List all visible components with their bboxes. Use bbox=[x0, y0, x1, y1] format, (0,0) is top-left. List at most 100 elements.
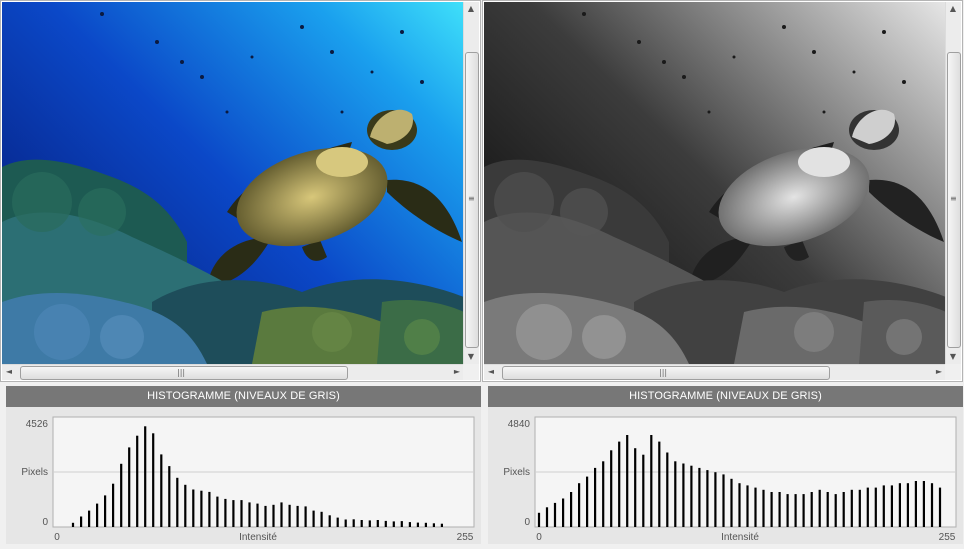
histogram-bar bbox=[376, 520, 379, 527]
histogram-bar bbox=[352, 519, 355, 527]
histogram-bar bbox=[120, 463, 123, 527]
histogram-bar bbox=[368, 520, 371, 527]
histogram-bar bbox=[690, 465, 693, 527]
histogram-bar bbox=[432, 523, 435, 527]
grayscale-image-viewer[interactable]: ▲ ≡ ▼ ◄ ||| ► bbox=[482, 0, 963, 382]
histogram-bar bbox=[754, 487, 757, 527]
x-max-tick-label: 255 bbox=[457, 532, 474, 543]
scroll-grip-icon: ||| bbox=[659, 368, 668, 377]
horizontal-scroll-thumb[interactable]: ||| bbox=[20, 366, 348, 380]
x-axis-label: Intensité bbox=[239, 532, 277, 543]
histogram-bar bbox=[714, 472, 717, 527]
histogram-chart: 4840 Pixels 0 0 Intensité 255 bbox=[503, 416, 957, 543]
histogram-bar bbox=[537, 512, 541, 527]
histogram-bar bbox=[392, 521, 395, 527]
histogram-bar bbox=[666, 452, 669, 527]
histogram-bar bbox=[168, 466, 171, 527]
scroll-left-button[interactable]: ◄ bbox=[2, 365, 16, 379]
histogram-bar bbox=[842, 492, 845, 527]
vertical-scroll-thumb[interactable]: ≡ bbox=[465, 52, 479, 348]
scrollbar-corner bbox=[945, 364, 961, 380]
histogram-bar bbox=[272, 504, 275, 527]
scroll-down-button[interactable]: ▼ bbox=[464, 350, 478, 364]
x-min-tick-label: 0 bbox=[536, 532, 542, 543]
vertical-scrollbar[interactable]: ▲ ≡ ▼ bbox=[945, 2, 961, 364]
histogram-bar bbox=[682, 463, 685, 527]
histogram-bar bbox=[160, 454, 163, 527]
scroll-up-button[interactable]: ▲ bbox=[946, 2, 960, 16]
histogram-bar bbox=[866, 487, 869, 527]
histogram-bar bbox=[882, 485, 885, 527]
histogram-bar bbox=[650, 435, 653, 527]
histogram-bar bbox=[256, 503, 259, 527]
histogram-bar bbox=[674, 461, 677, 527]
histogram-bar bbox=[770, 492, 773, 527]
histogram-bar bbox=[71, 522, 75, 527]
y-axis-label: Pixels bbox=[21, 467, 48, 478]
vertical-scrollbar[interactable]: ▲ ≡ ▼ bbox=[463, 2, 479, 364]
scroll-grip-icon: ||| bbox=[177, 368, 186, 377]
histogram-bar bbox=[898, 483, 901, 527]
y-min-tick-label: 0 bbox=[42, 517, 48, 528]
histogram-bar bbox=[602, 461, 605, 527]
scrollbar-corner bbox=[463, 364, 479, 380]
histogram-bar bbox=[570, 492, 573, 527]
histogram-bar bbox=[224, 498, 227, 527]
y-max-tick-label: 4526 bbox=[26, 419, 49, 430]
histogram-bar bbox=[336, 517, 339, 527]
histogram-bar bbox=[762, 489, 765, 527]
histogram-bar bbox=[914, 481, 917, 527]
histogram-bar bbox=[128, 447, 131, 527]
histogram-bar bbox=[642, 454, 645, 527]
histogram-bar bbox=[192, 489, 195, 527]
histogram-bar bbox=[706, 470, 709, 527]
histogram-bar bbox=[553, 502, 557, 527]
histogram-bar bbox=[424, 522, 427, 527]
histogram-bar bbox=[312, 510, 315, 527]
histogram-chart: 4526 Pixels 0 0 Intensité 255 bbox=[21, 416, 475, 543]
histogram-bar bbox=[80, 516, 83, 527]
histogram-bar bbox=[794, 494, 797, 527]
histogram-bar bbox=[626, 435, 629, 527]
histogram-bar bbox=[618, 441, 621, 527]
histogram-bar bbox=[408, 522, 411, 527]
histogram-bar bbox=[144, 426, 147, 527]
histogram-bar bbox=[232, 500, 235, 527]
histogram-bar bbox=[778, 492, 781, 527]
original-image-viewer[interactable]: ▲ ≡ ▼ ◄ ||| ► bbox=[0, 0, 481, 382]
histogram-bar bbox=[594, 467, 597, 527]
histogram-bar bbox=[826, 492, 829, 527]
scroll-up-button[interactable]: ▲ bbox=[464, 2, 478, 16]
histogram-bar bbox=[802, 494, 805, 527]
histogram-header: HISTOGRAMME (NIVEAUX DE GRIS) bbox=[488, 386, 963, 407]
scroll-right-button[interactable]: ► bbox=[450, 365, 464, 379]
histogram-bar bbox=[440, 523, 443, 527]
horizontal-scrollbar[interactable]: ◄ ||| ► bbox=[484, 364, 946, 380]
histogram-bar bbox=[922, 481, 925, 527]
histogram-bar bbox=[288, 504, 291, 527]
histogram-bar bbox=[930, 483, 934, 527]
vertical-scroll-thumb[interactable]: ≡ bbox=[947, 52, 961, 348]
histogram-bar bbox=[112, 483, 115, 527]
horizontal-scroll-thumb[interactable]: ||| bbox=[502, 366, 830, 380]
histogram-bar bbox=[545, 507, 549, 527]
histogram-bar bbox=[216, 496, 219, 527]
histogram-bar bbox=[208, 491, 211, 527]
scroll-grip-icon: ≡ bbox=[468, 194, 475, 203]
histogram-bar bbox=[280, 502, 283, 527]
histogram-bar bbox=[850, 489, 853, 527]
histogram-bar bbox=[786, 494, 789, 527]
horizontal-scrollbar[interactable]: ◄ ||| ► bbox=[2, 364, 464, 380]
scroll-right-button[interactable]: ► bbox=[932, 365, 946, 379]
scroll-down-button[interactable]: ▼ bbox=[946, 350, 960, 364]
y-max-tick-label: 4840 bbox=[508, 419, 531, 430]
histogram-header: HISTOGRAMME (NIVEAUX DE GRIS) bbox=[6, 386, 481, 407]
histogram-bar bbox=[730, 478, 733, 527]
histogram-bar bbox=[874, 487, 877, 527]
histogram-bar bbox=[384, 520, 387, 527]
scroll-left-button[interactable]: ◄ bbox=[484, 365, 498, 379]
x-max-tick-label: 255 bbox=[939, 532, 956, 543]
histogram-bar bbox=[610, 450, 613, 527]
histogram-bar bbox=[938, 487, 942, 527]
histogram-bar bbox=[184, 484, 187, 527]
